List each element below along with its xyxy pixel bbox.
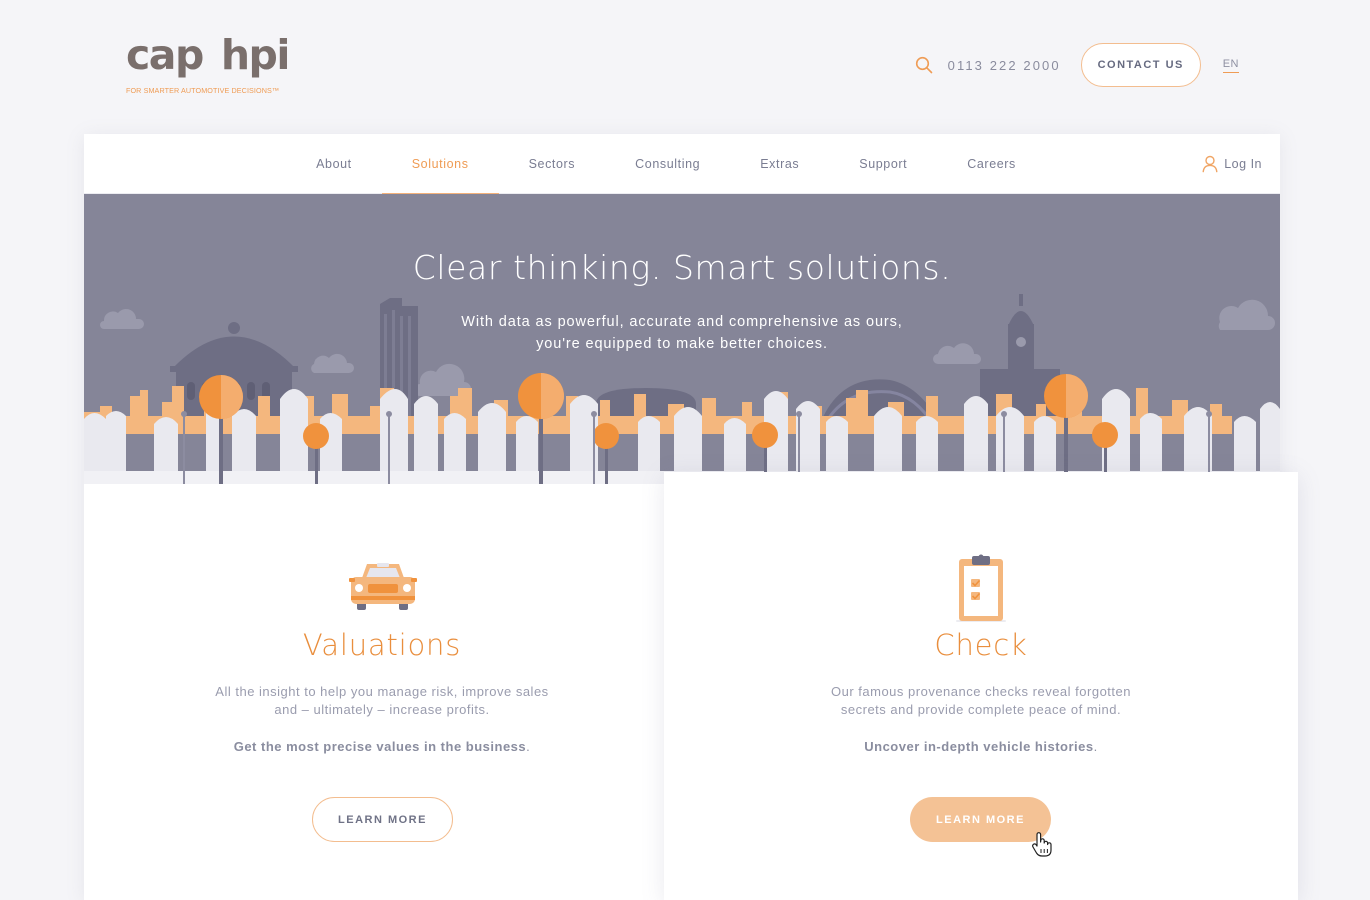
check-desc-line-1: Our famous provenance checks reveal forg…	[831, 684, 1131, 699]
valuations-tagline: Get the most precise values in the busin…	[233, 739, 531, 754]
contact-us-button[interactable]: CONTACT US	[1080, 43, 1201, 87]
logo-tagline: FOR SMARTER AUTOMOTIVE DECISIONS™	[126, 86, 280, 95]
valuations-desc-line-2: and – ultimately – increase profits.	[274, 702, 490, 717]
logo-word-hpi: hpi	[220, 31, 291, 79]
valuations-title: Valuations	[302, 628, 462, 662]
phone-number[interactable]: 0113 222 2000	[948, 58, 1061, 73]
nav-item-extras[interactable]: Extras	[730, 134, 829, 194]
nav-links: About Solutions Sectors Consulting Extra…	[84, 134, 1280, 195]
car-icon	[349, 563, 417, 610]
main-nav: About Solutions Sectors Consulting Extra…	[84, 134, 1280, 195]
check-tagline-text: Uncover in-depth vehicle histories	[864, 739, 1094, 754]
hero-banner: Clear thinking. Smart solutions. With da…	[84, 194, 1280, 484]
nav-item-careers[interactable]: Careers	[937, 134, 1046, 194]
login-label: Log In	[1224, 157, 1262, 171]
nav-item-about[interactable]: About	[286, 134, 382, 194]
valuations-tagline-text: Get the most precise values in the busin…	[233, 739, 527, 754]
nav-item-sectors[interactable]: Sectors	[499, 134, 606, 194]
check-description: Our famous provenance checks reveal forg…	[664, 683, 1298, 719]
valuations-learn-more-button[interactable]: LEARN MORE	[312, 797, 453, 842]
check-tagline: Uncover in-depth vehicle histories.	[864, 739, 1098, 754]
nav-item-support[interactable]: Support	[829, 134, 937, 194]
cap-hpi-logo[interactable]: cap hpi FOR SMARTER AUTOMOTIVE DECISIONS™	[126, 31, 291, 95]
login-link[interactable]: Log In	[1202, 134, 1262, 194]
nav-item-consulting[interactable]: Consulting	[605, 134, 730, 194]
hero-subtitle-line-1: With data as powerful, accurate and comp…	[461, 314, 903, 330]
product-card-valuations: Valuations All the insight to help you m…	[84, 484, 680, 900]
check-desc-line-2: secrets and provide complete peace of mi…	[840, 702, 1122, 717]
header-actions: 0113 222 2000 CONTACT US EN	[915, 43, 1239, 87]
nav-item-solutions[interactable]: Solutions	[381, 134, 499, 195]
top-header: cap hpi FOR SMARTER AUTOMOTIVE DECISIONS™…	[0, 0, 1370, 134]
hero-title: Clear thinking. Smart solutions.	[412, 248, 952, 287]
logo-word-cap: cap	[126, 31, 204, 79]
hero-subtitle: With data as powerful, accurate and comp…	[432, 311, 932, 355]
hand-pointer-cursor-icon	[1032, 832, 1052, 857]
user-icon	[1202, 155, 1218, 173]
valuations-description: All the insight to help you manage risk,…	[84, 683, 680, 719]
clipboard-icon	[956, 554, 1006, 622]
hero-subtitle-line-2: you're equipped to make better choices.	[536, 336, 828, 352]
search-icon[interactable]	[915, 56, 933, 74]
logo-wordmark: cap hpi	[126, 31, 291, 79]
check-title: Check	[934, 628, 1028, 662]
valuations-desc-line-1: All the insight to help you manage risk,…	[215, 684, 549, 699]
language-selector[interactable]: EN	[1222, 58, 1239, 73]
product-card-check: Check Our famous provenance checks revea…	[664, 472, 1298, 900]
